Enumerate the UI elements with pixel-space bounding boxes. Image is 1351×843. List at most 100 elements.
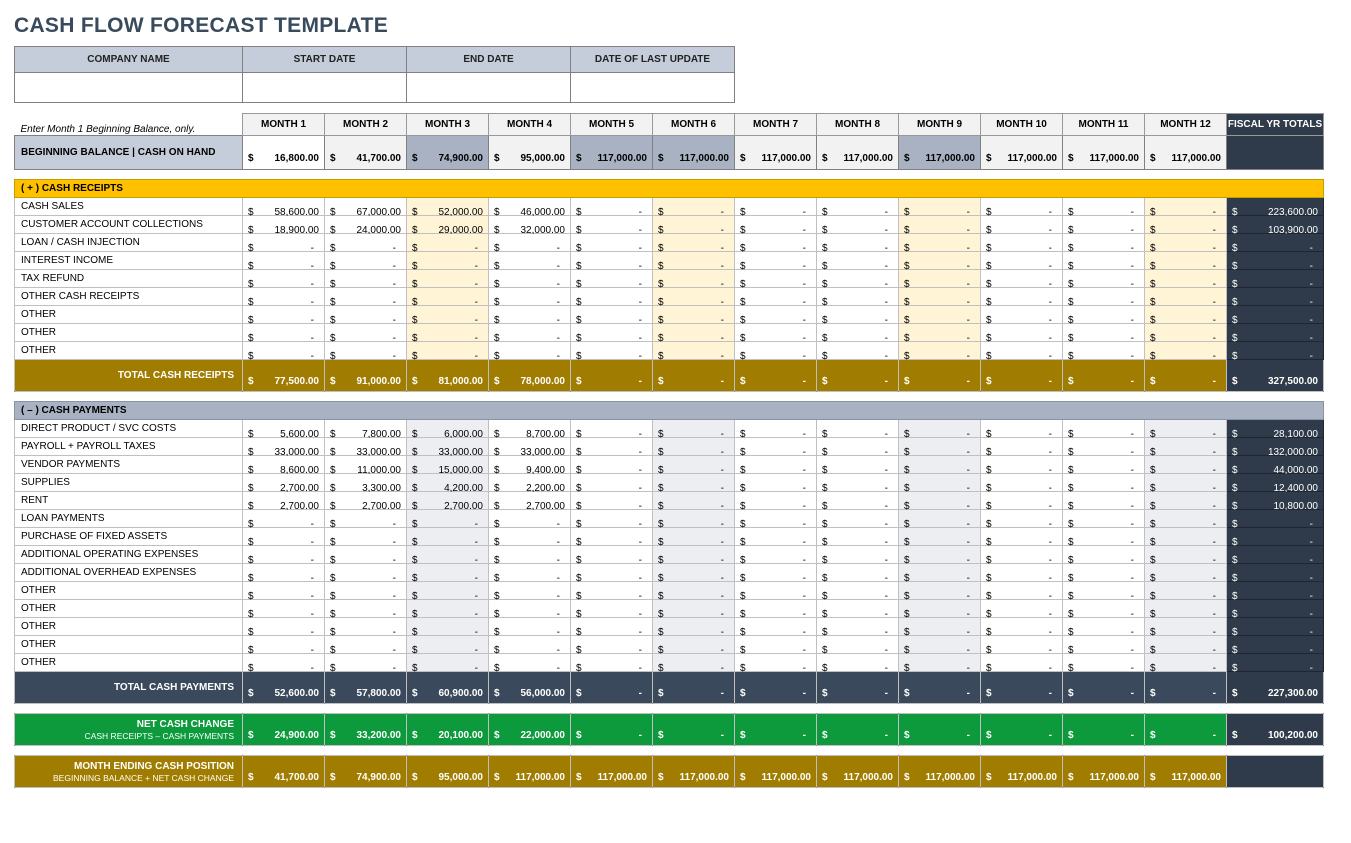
payments-row-0-m5[interactable]: $: [571, 420, 653, 438]
payments-row-7-m2[interactable]: $: [325, 546, 407, 564]
receipts-row-5-m8[interactable]: $: [817, 288, 899, 306]
payments-row-1-m9[interactable]: $: [899, 438, 981, 456]
payments-row-5-m11[interactable]: $: [1063, 510, 1145, 528]
payments-row-5-m4[interactable]: $: [489, 510, 571, 528]
receipts-row-7-m8[interactable]: $: [817, 324, 899, 342]
receipts-row-6-m5[interactable]: $: [571, 306, 653, 324]
receipts-row-8-m7[interactable]: $: [735, 342, 817, 360]
payments-row-12-m12[interactable]: $: [1145, 636, 1227, 654]
payments-row-3-m6[interactable]: $: [653, 474, 735, 492]
payments-row-7-m10[interactable]: $: [981, 546, 1063, 564]
payments-row-10-m2[interactable]: $: [325, 600, 407, 618]
payments-row-10-m7[interactable]: $: [735, 600, 817, 618]
beginning-balance-m6[interactable]: $117,000.00: [653, 136, 735, 170]
payments-row-3-m1[interactable]: $2,700.00: [243, 474, 325, 492]
payments-row-9-m5[interactable]: $: [571, 582, 653, 600]
payments-row-8-m9[interactable]: $: [899, 564, 981, 582]
receipts-row-0-m12[interactable]: $: [1145, 198, 1227, 216]
payments-row-11-m2[interactable]: $: [325, 618, 407, 636]
receipts-row-1-m10[interactable]: $: [981, 216, 1063, 234]
receipts-row-5-m11[interactable]: $: [1063, 288, 1145, 306]
payments-row-2-m5[interactable]: $: [571, 456, 653, 474]
payments-row-0-m9[interactable]: $: [899, 420, 981, 438]
payments-row-11-m7[interactable]: $: [735, 618, 817, 636]
receipts-row-4-m3[interactable]: $: [407, 270, 489, 288]
receipts-row-7-m5[interactable]: $: [571, 324, 653, 342]
payments-row-12-m4[interactable]: $: [489, 636, 571, 654]
payments-row-3-m5[interactable]: $: [571, 474, 653, 492]
payments-row-0-m12[interactable]: $: [1145, 420, 1227, 438]
receipts-row-7-m6[interactable]: $: [653, 324, 735, 342]
beginning-balance-m10[interactable]: $117,000.00: [981, 136, 1063, 170]
receipts-row-4-m11[interactable]: $: [1063, 270, 1145, 288]
payments-row-7-m6[interactable]: $: [653, 546, 735, 564]
payments-row-11-m4[interactable]: $: [489, 618, 571, 636]
payments-row-10-m3[interactable]: $: [407, 600, 489, 618]
payments-row-7-m12[interactable]: $: [1145, 546, 1227, 564]
payments-row-0-m1[interactable]: $5,600.00: [243, 420, 325, 438]
receipts-row-7-m12[interactable]: $: [1145, 324, 1227, 342]
receipts-row-6-m8[interactable]: $: [817, 306, 899, 324]
receipts-row-6-m2[interactable]: $: [325, 306, 407, 324]
payments-row-12-m8[interactable]: $: [817, 636, 899, 654]
payments-row-6-m10[interactable]: $: [981, 528, 1063, 546]
payments-row-12-m6[interactable]: $: [653, 636, 735, 654]
beginning-balance-m4[interactable]: $95,000.00: [489, 136, 571, 170]
payments-row-1-label[interactable]: PAYROLL + PAYROLL TAXES: [15, 438, 243, 456]
receipts-row-3-m6[interactable]: $: [653, 252, 735, 270]
receipts-row-4-m6[interactable]: $: [653, 270, 735, 288]
receipts-row-3-m11[interactable]: $: [1063, 252, 1145, 270]
payments-row-2-m6[interactable]: $: [653, 456, 735, 474]
payments-row-2-m3[interactable]: $15,000.00: [407, 456, 489, 474]
beginning-balance-m11[interactable]: $117,000.00: [1063, 136, 1145, 170]
receipts-row-7-m1[interactable]: $: [243, 324, 325, 342]
payments-row-13-m4[interactable]: $: [489, 654, 571, 672]
beginning-balance-m2[interactable]: $41,700.00: [325, 136, 407, 170]
payments-row-5-m8[interactable]: $: [817, 510, 899, 528]
payments-row-2-label[interactable]: VENDOR PAYMENTS: [15, 456, 243, 474]
receipts-row-8-m9[interactable]: $: [899, 342, 981, 360]
receipts-row-7-m10[interactable]: $: [981, 324, 1063, 342]
payments-row-0-m7[interactable]: $: [735, 420, 817, 438]
payments-row-1-m1[interactable]: $33,000.00: [243, 438, 325, 456]
payments-row-6-m12[interactable]: $: [1145, 528, 1227, 546]
payments-row-6-m5[interactable]: $: [571, 528, 653, 546]
payments-row-0-m11[interactable]: $: [1063, 420, 1145, 438]
payments-row-6-m11[interactable]: $: [1063, 528, 1145, 546]
payments-row-3-m11[interactable]: $: [1063, 474, 1145, 492]
payments-row-3-m3[interactable]: $4,200.00: [407, 474, 489, 492]
receipts-row-2-m1[interactable]: $: [243, 234, 325, 252]
receipts-row-3-m10[interactable]: $: [981, 252, 1063, 270]
payments-row-9-m7[interactable]: $: [735, 582, 817, 600]
receipts-row-6-m10[interactable]: $: [981, 306, 1063, 324]
receipts-row-7-m4[interactable]: $: [489, 324, 571, 342]
receipts-row-3-m12[interactable]: $: [1145, 252, 1227, 270]
payments-row-5-m2[interactable]: $: [325, 510, 407, 528]
receipts-row-8-m5[interactable]: $: [571, 342, 653, 360]
receipts-row-3-m4[interactable]: $: [489, 252, 571, 270]
payments-row-1-m8[interactable]: $: [817, 438, 899, 456]
receipts-row-4-label[interactable]: TAX REFUND: [15, 270, 243, 288]
payments-row-11-m11[interactable]: $: [1063, 618, 1145, 636]
payments-row-2-m7[interactable]: $: [735, 456, 817, 474]
receipts-row-0-m10[interactable]: $: [981, 198, 1063, 216]
receipts-row-2-m9[interactable]: $: [899, 234, 981, 252]
receipts-row-3-m3[interactable]: $: [407, 252, 489, 270]
payments-row-10-m5[interactable]: $: [571, 600, 653, 618]
receipts-row-0-m2[interactable]: $67,000.00: [325, 198, 407, 216]
receipts-row-3-m8[interactable]: $: [817, 252, 899, 270]
receipts-row-8-m11[interactable]: $: [1063, 342, 1145, 360]
receipts-row-7-m11[interactable]: $: [1063, 324, 1145, 342]
payments-row-12-label[interactable]: OTHER: [15, 636, 243, 654]
payments-row-5-m7[interactable]: $: [735, 510, 817, 528]
receipts-row-2-label[interactable]: LOAN / CASH INJECTION: [15, 234, 243, 252]
receipts-row-6-m1[interactable]: $: [243, 306, 325, 324]
payments-row-8-label[interactable]: ADDITIONAL OVERHEAD EXPENSES: [15, 564, 243, 582]
receipts-row-6-m7[interactable]: $: [735, 306, 817, 324]
payments-row-12-m5[interactable]: $: [571, 636, 653, 654]
receipts-row-1-m8[interactable]: $: [817, 216, 899, 234]
receipts-row-6-label[interactable]: OTHER: [15, 306, 243, 324]
payments-row-10-m10[interactable]: $: [981, 600, 1063, 618]
beginning-balance-m7[interactable]: $117,000.00: [735, 136, 817, 170]
receipts-row-4-m8[interactable]: $: [817, 270, 899, 288]
